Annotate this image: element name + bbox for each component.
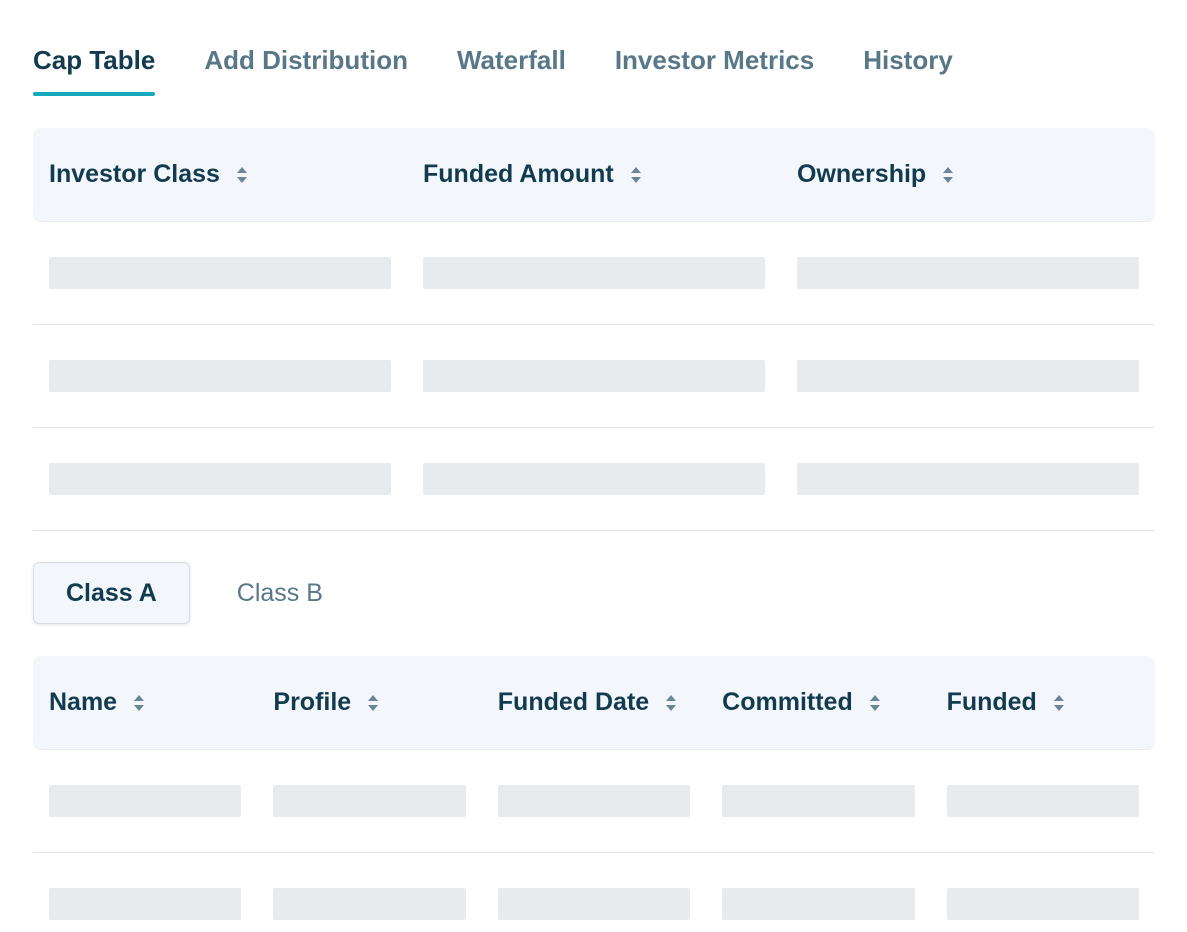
table-cell [33, 785, 257, 817]
table-cell [482, 785, 706, 817]
column-header-label: Funded Amount [423, 160, 614, 188]
skeleton-placeholder [49, 888, 242, 920]
skeleton-placeholder [946, 785, 1139, 817]
class-b-button[interactable]: Class B [205, 562, 355, 624]
table-row-loading [33, 750, 1155, 853]
sort-up-down-icon[interactable] [367, 694, 379, 712]
table-row-loading [33, 325, 1155, 428]
skeleton-placeholder [49, 257, 391, 289]
column-header-label: Funded [946, 688, 1037, 716]
column-header-funded-date[interactable]: Funded Date [482, 688, 706, 717]
skeleton-placeholder [49, 785, 242, 817]
table-cell [407, 463, 781, 495]
column-header-funded-amount[interactable]: Funded Amount [407, 160, 781, 189]
table-cell [33, 888, 257, 920]
table-row-loading [33, 222, 1155, 325]
column-header-name[interactable]: Name [33, 688, 257, 717]
column-header-ownership[interactable]: Ownership [781, 160, 1155, 189]
column-header-funded[interactable]: Funded [931, 688, 1155, 717]
skeleton-placeholder [722, 888, 915, 920]
cap-table: Investor Class Funded Amount Ownership [33, 128, 1155, 531]
table-cell [33, 257, 407, 289]
tab-waterfall[interactable]: Waterfall [457, 40, 566, 96]
skeleton-placeholder [797, 360, 1139, 392]
tab-history[interactable]: History [863, 40, 953, 96]
sort-up-down-icon[interactable] [630, 166, 642, 184]
column-header-label: Funded Date [497, 688, 650, 716]
sort-up-down-icon[interactable] [236, 166, 248, 184]
table-cell [257, 888, 481, 920]
table-cell [931, 785, 1155, 817]
table-cell [781, 360, 1155, 392]
skeleton-placeholder [423, 360, 765, 392]
tab-investor-metrics[interactable]: Investor Metrics [615, 40, 814, 96]
skeleton-placeholder [49, 463, 391, 495]
tab-add-distribution[interactable]: Add Distribution [204, 40, 408, 96]
skeleton-placeholder [423, 463, 765, 495]
table-cell [482, 888, 706, 920]
table-cell [706, 785, 930, 817]
table-cell [931, 888, 1155, 920]
cap-table-header: Investor Class Funded Amount Ownership [33, 128, 1155, 222]
tab-cap-table[interactable]: Cap Table [33, 40, 156, 96]
class-selector: Class A Class B [33, 562, 355, 624]
cap-table-page: Cap Table Add Distribution Waterfall Inv… [0, 0, 1187, 932]
skeleton-placeholder [497, 888, 691, 920]
sort-up-down-icon[interactable] [133, 694, 145, 712]
table-cell [407, 360, 781, 392]
table-cell [257, 785, 481, 817]
sort-up-down-icon[interactable] [942, 166, 954, 184]
skeleton-placeholder [273, 785, 466, 817]
table-cell [781, 463, 1155, 495]
class-a-button[interactable]: Class A [33, 562, 190, 624]
table-cell [781, 257, 1155, 289]
skeleton-placeholder [497, 785, 691, 817]
table-cell [33, 463, 407, 495]
skeleton-placeholder [797, 257, 1139, 289]
skeleton-placeholder [423, 257, 765, 289]
table-row-loading [33, 428, 1155, 531]
skeleton-placeholder [797, 463, 1139, 495]
column-header-committed[interactable]: Committed [706, 688, 930, 717]
investor-table: Name Profile Funded Date Committed Funde… [33, 656, 1155, 932]
table-cell [407, 257, 781, 289]
table-row-loading [33, 853, 1155, 932]
column-header-label: Committed [722, 688, 853, 716]
column-header-profile[interactable]: Profile [257, 688, 481, 717]
main-tabs: Cap Table Add Distribution Waterfall Inv… [33, 40, 1002, 96]
column-header-investor-class[interactable]: Investor Class [33, 160, 407, 189]
column-header-label: Profile [273, 688, 352, 716]
column-header-label: Name [49, 688, 118, 716]
investor-table-header: Name Profile Funded Date Committed Funde… [33, 656, 1155, 750]
sort-up-down-icon[interactable] [665, 694, 677, 712]
table-cell [33, 360, 407, 392]
skeleton-placeholder [49, 360, 391, 392]
column-header-label: Ownership [797, 160, 927, 188]
skeleton-placeholder [946, 888, 1139, 920]
table-cell [706, 888, 930, 920]
column-header-label: Investor Class [49, 160, 220, 188]
skeleton-placeholder [273, 888, 466, 920]
skeleton-placeholder [722, 785, 915, 817]
sort-up-down-icon[interactable] [869, 694, 881, 712]
sort-up-down-icon[interactable] [1053, 694, 1065, 712]
